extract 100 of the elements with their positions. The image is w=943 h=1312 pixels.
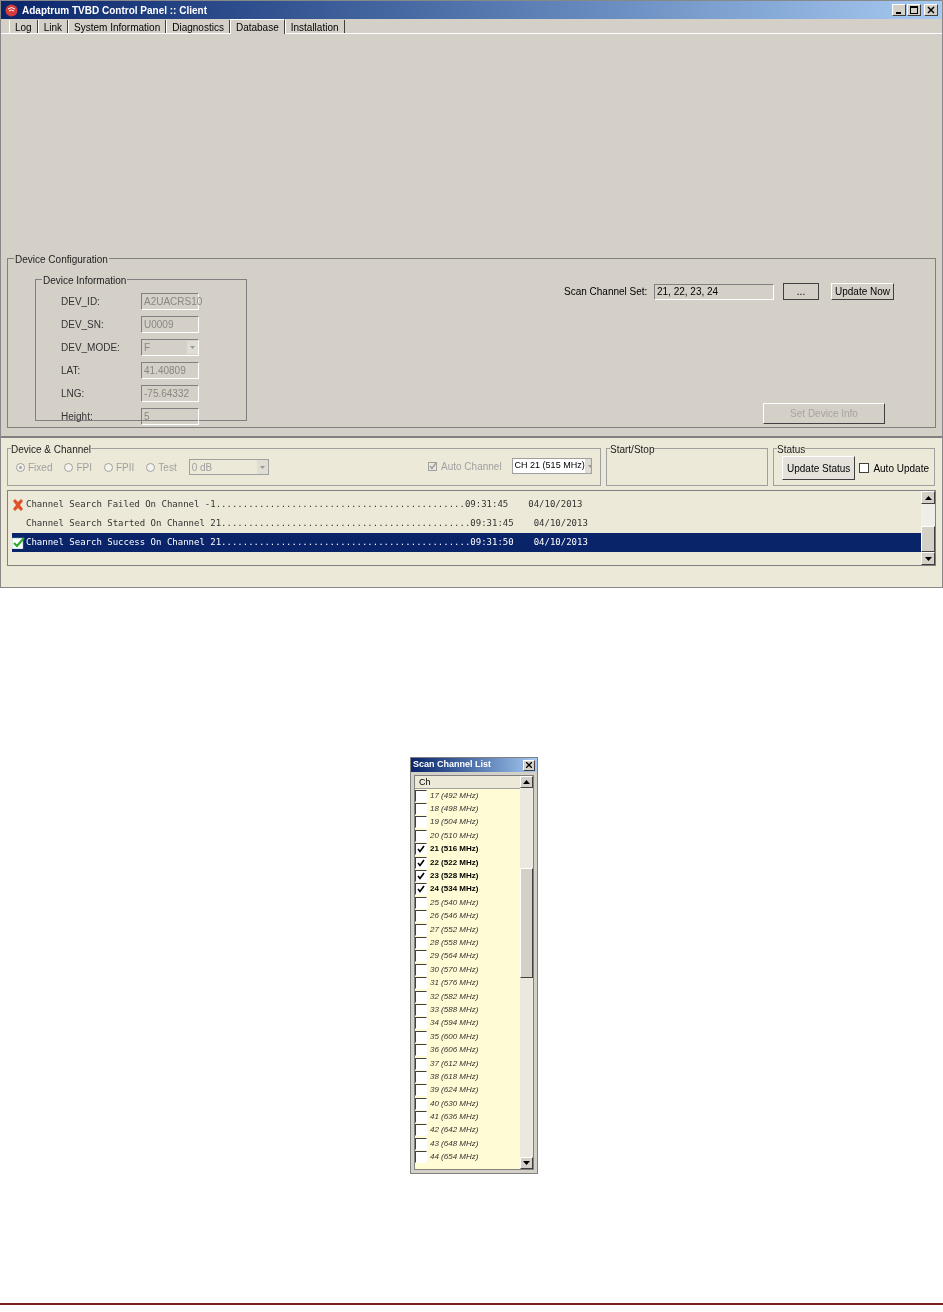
channel-label: 22 (522 MHz) bbox=[429, 856, 479, 869]
checkbox[interactable] bbox=[415, 1151, 427, 1164]
checkbox[interactable] bbox=[415, 829, 427, 842]
browse-button[interactable]: ... bbox=[783, 283, 819, 300]
checkbox[interactable] bbox=[415, 990, 427, 1003]
dropdown-arrow-icon bbox=[584, 459, 591, 473]
tab[interactable]: Database bbox=[229, 19, 285, 34]
channel-label: 27 (552 MHz) bbox=[429, 923, 479, 936]
channel-dropdown[interactable]: CH 21 (515 MHz) bbox=[511, 458, 592, 474]
checkbox[interactable] bbox=[415, 1111, 427, 1124]
checkbox[interactable] bbox=[415, 937, 427, 949]
checkbox[interactable] bbox=[415, 977, 427, 990]
channel-label: 19 (504 MHz) bbox=[429, 816, 479, 829]
checkbox[interactable] bbox=[415, 843, 427, 856]
checkbox[interactable] bbox=[415, 1044, 427, 1057]
log-message: Channel Search Failed On Channel -1..............................................09:31:45 bbox=[26, 497, 509, 511]
scrollbar[interactable] bbox=[921, 491, 935, 565]
log-date: 04/10/2013 bbox=[533, 535, 588, 549]
update-now-button[interactable]: Update Now bbox=[831, 283, 895, 300]
channel-label: 28 (558 MHz) bbox=[429, 937, 479, 949]
scroll-up-icon bbox=[523, 780, 530, 784]
channel-label: 36 (606 MHz) bbox=[429, 1044, 479, 1057]
channel-label: 43 (648 MHz) bbox=[429, 1137, 479, 1150]
checkbox[interactable] bbox=[415, 1137, 427, 1150]
checkbox[interactable] bbox=[415, 816, 427, 829]
app-logo-icon bbox=[5, 3, 18, 17]
window-title: Adaptrum TVBD Control Panel :: Client bbox=[22, 3, 207, 18]
checkbox-label: Auto Channel bbox=[441, 459, 502, 474]
checkbox[interactable] bbox=[415, 1017, 427, 1030]
auto-channel-checkbox[interactable] bbox=[428, 461, 437, 471]
log-row[interactable]: Channel Search Started On Channel 21..............................................09:31:45 04/10/2013 bbox=[12, 514, 921, 533]
field-label: Scan Channel Set: bbox=[564, 285, 649, 299]
checkbox[interactable] bbox=[415, 870, 427, 883]
dropdown-value: CH 21 (515 MHz) bbox=[513, 459, 585, 473]
log-message: Channel Search Started On Channel 21..............................................09:31:45 bbox=[26, 516, 514, 530]
radio-label: Test bbox=[158, 460, 177, 475]
scrollbar[interactable] bbox=[520, 776, 533, 1169]
scroll-up-icon bbox=[924, 495, 932, 500]
checkbox[interactable] bbox=[415, 856, 427, 869]
log-message: Channel Search Success On Channel 21..............................................09:31:50 bbox=[26, 535, 514, 549]
radio-button[interactable] bbox=[104, 462, 113, 472]
close-button[interactable] bbox=[523, 759, 535, 771]
auto-update-checkbox[interactable] bbox=[859, 463, 870, 473]
log-row[interactable]: Channel Search Failed On Channel -1..............................................09:31:45 04/10/2013 bbox=[12, 495, 921, 514]
scroll-down-icon bbox=[523, 1161, 530, 1165]
checkbox[interactable] bbox=[415, 910, 427, 923]
channel-label: 21 (516 MHz) bbox=[429, 843, 479, 856]
radio-button[interactable] bbox=[16, 462, 25, 472]
channel-label: 32 (582 MHz) bbox=[429, 990, 479, 1003]
maximize-icon bbox=[910, 6, 918, 14]
checkbox[interactable] bbox=[415, 1070, 427, 1083]
tab[interactable]: Log bbox=[9, 20, 38, 33]
radio-button[interactable] bbox=[64, 462, 74, 472]
log-row[interactable]: Channel Search Success On Channel 21..............................................09:31:50 04/10/2013 bbox=[12, 533, 921, 552]
checkbox[interactable] bbox=[415, 950, 427, 963]
channel-label: 33 (588 MHz) bbox=[429, 1003, 479, 1016]
field-label: Height: bbox=[61, 409, 94, 424]
checkbox[interactable] bbox=[415, 896, 427, 909]
checkbox[interactable] bbox=[415, 923, 427, 936]
checkbox[interactable] bbox=[415, 883, 427, 896]
minimize-button[interactable] bbox=[892, 4, 906, 16]
checkbox[interactable] bbox=[415, 1124, 427, 1137]
update-status-button[interactable]: Update Status bbox=[782, 456, 856, 480]
group-title: Start/Stop bbox=[610, 442, 655, 457]
channel-label: 24 (534 MHz) bbox=[429, 883, 479, 896]
checkbox[interactable] bbox=[415, 1003, 427, 1016]
channel-label: 42 (642 MHz) bbox=[429, 1124, 479, 1137]
tab[interactable]: Link bbox=[37, 20, 69, 33]
checkbox[interactable] bbox=[415, 1057, 427, 1070]
close-button[interactable] bbox=[924, 4, 938, 16]
success-check-icon bbox=[12, 536, 25, 549]
scan-channel-set-field[interactable]: 21, 22, 23, 24 bbox=[654, 283, 774, 300]
checkbox[interactable] bbox=[415, 1030, 427, 1043]
channel-label: 34 (594 MHz) bbox=[429, 1017, 479, 1030]
radio-button[interactable] bbox=[146, 462, 156, 472]
channel-label: 29 (564 MHz) bbox=[429, 950, 479, 963]
scroll-down-icon bbox=[924, 556, 932, 561]
tab[interactable]: Installation bbox=[284, 20, 345, 33]
checkbox[interactable] bbox=[415, 1084, 427, 1097]
close-icon bbox=[526, 762, 532, 768]
field-label: LAT: bbox=[61, 363, 82, 378]
checkbox[interactable] bbox=[415, 1097, 427, 1110]
checkbox[interactable] bbox=[415, 963, 427, 976]
column-header[interactable]: Ch bbox=[415, 776, 520, 789]
radio-label: FPII bbox=[116, 460, 135, 475]
channel-label: 23 (528 MHz) bbox=[429, 870, 479, 883]
error-cross-icon bbox=[12, 498, 24, 511]
field-label: DEV_ID: bbox=[61, 294, 101, 309]
maximize-button[interactable] bbox=[907, 4, 921, 16]
checkbox[interactable] bbox=[415, 789, 427, 802]
channel-label: 31 (576 MHz) bbox=[429, 977, 479, 990]
checkbox[interactable] bbox=[415, 803, 427, 816]
checkbox-label: Auto Update bbox=[873, 461, 929, 476]
channel-label: 35 (600 MHz) bbox=[429, 1030, 479, 1043]
channel-label: 30 (570 MHz) bbox=[429, 963, 479, 976]
tab[interactable]: System Information bbox=[68, 20, 167, 33]
tab[interactable]: Diagnostics bbox=[166, 20, 230, 33]
channel-label: 38 (618 MHz) bbox=[429, 1070, 479, 1083]
window-title: Scan Channel List bbox=[413, 758, 492, 772]
radio-label: Fixed bbox=[28, 460, 53, 475]
